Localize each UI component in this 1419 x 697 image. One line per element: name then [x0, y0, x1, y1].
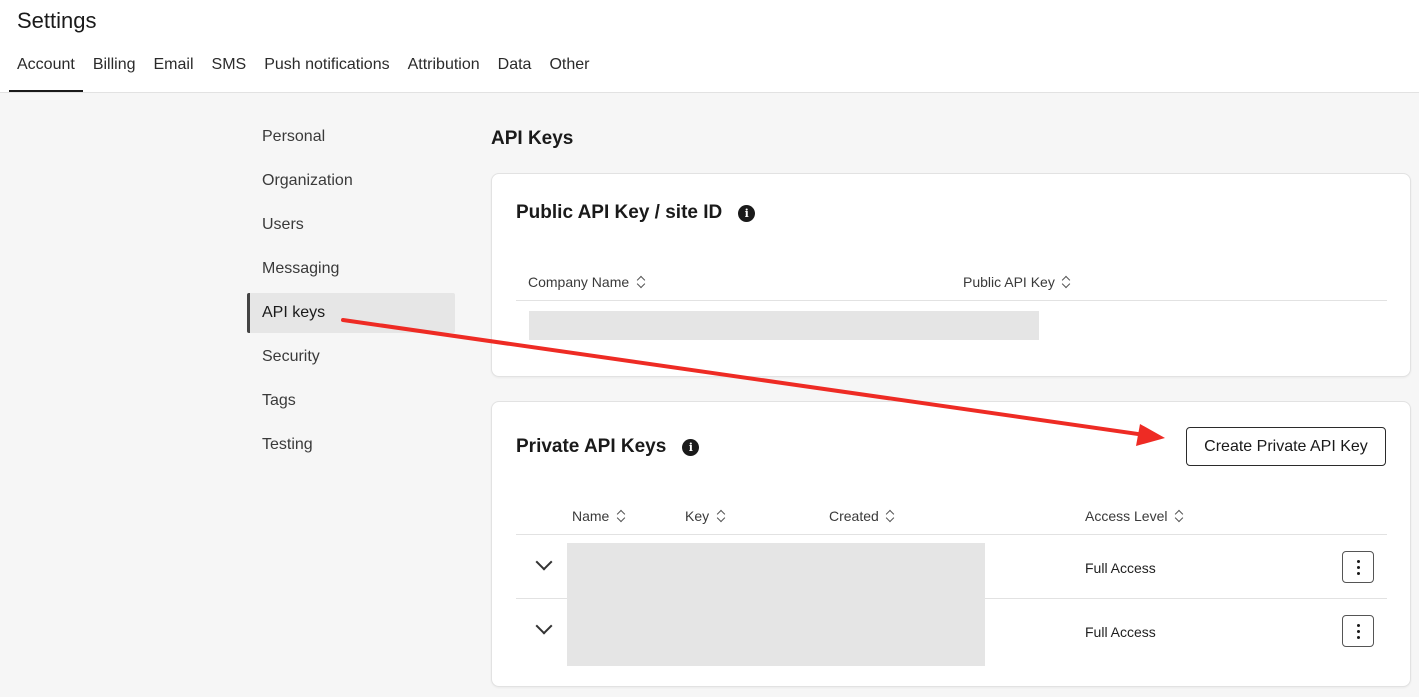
access-level: Full Access: [1085, 624, 1156, 640]
column-header-label: Public API Key: [963, 274, 1055, 290]
tab-data[interactable]: Data: [490, 52, 540, 92]
settings-tabs: Account Billing Email SMS Push notificat…: [9, 52, 599, 92]
info-icon[interactable]: i: [738, 204, 756, 222]
redacted-rows: [567, 543, 985, 666]
sidebar-item-testing[interactable]: Testing: [247, 425, 455, 465]
expand-row-chevron-icon[interactable]: [535, 553, 553, 571]
sort-icon[interactable]: [1174, 509, 1182, 523]
sort-icon[interactable]: [716, 509, 724, 523]
sidebar-item-security[interactable]: Security: [247, 337, 455, 377]
column-header-access-level[interactable]: Access Level: [1085, 508, 1182, 524]
section-title: API Keys: [491, 128, 574, 149]
redacted-row: [529, 311, 1039, 340]
column-header-public-api-key[interactable]: Public API Key: [963, 274, 1070, 290]
top-bar: Settings Account Billing Email SMS Push …: [0, 0, 1419, 93]
column-header-name[interactable]: Name: [572, 508, 624, 524]
tab-email[interactable]: Email: [146, 52, 202, 92]
tab-billing[interactable]: Billing: [85, 52, 144, 92]
column-header-company-name[interactable]: Company Name: [528, 274, 644, 290]
page-title: Settings: [17, 8, 97, 33]
sidebar-item-messaging[interactable]: Messaging: [247, 249, 455, 289]
row-actions-menu-button[interactable]: [1342, 551, 1374, 583]
private-card-title: Private API Keys i: [516, 436, 700, 458]
tab-other[interactable]: Other: [541, 52, 597, 92]
info-icon[interactable]: i: [682, 438, 700, 456]
tab-account[interactable]: Account: [9, 52, 83, 92]
sort-icon[interactable]: [1062, 275, 1070, 289]
private-api-keys-card: Private API Keys i Create Private API Ke…: [491, 401, 1411, 687]
sidebar-item-organization[interactable]: Organization: [247, 161, 455, 201]
column-header-label: Name: [572, 508, 610, 524]
sort-icon[interactable]: [886, 509, 894, 523]
column-header-label: Created: [829, 508, 879, 524]
sidebar-item-users[interactable]: Users: [247, 205, 455, 245]
tab-sms[interactable]: SMS: [204, 52, 255, 92]
table-divider: [516, 534, 1387, 535]
sort-icon[interactable]: [636, 275, 644, 289]
sidebar-item-personal[interactable]: Personal: [247, 117, 455, 157]
public-card-title-text: Public API Key / site ID: [516, 202, 723, 223]
access-level: Full Access: [1085, 560, 1156, 576]
expand-row-chevron-icon[interactable]: [535, 617, 553, 635]
tab-attribution[interactable]: Attribution: [400, 52, 488, 92]
table-divider: [516, 300, 1387, 301]
sidebar-item-api-keys[interactable]: API keys: [247, 293, 455, 333]
column-header-key[interactable]: Key: [685, 508, 724, 524]
public-card-title: Public API Key / site ID i: [516, 202, 756, 224]
column-header-label: Key: [685, 508, 710, 524]
column-header-label: Access Level: [1085, 508, 1168, 524]
sidebar-item-tags[interactable]: Tags: [247, 381, 455, 421]
sort-icon[interactable]: [616, 509, 624, 523]
column-header-created[interactable]: Created: [829, 508, 894, 524]
create-private-api-key-button[interactable]: Create Private API Key: [1186, 427, 1386, 466]
column-header-label: Company Name: [528, 274, 630, 290]
public-api-key-card: Public API Key / site ID i Company Name …: [491, 173, 1411, 377]
account-sidebar: Personal Organization Users Messaging AP…: [247, 117, 455, 469]
private-card-title-text: Private API Keys: [516, 436, 667, 457]
tab-push-notifications[interactable]: Push notifications: [256, 52, 397, 92]
row-actions-menu-button[interactable]: [1342, 615, 1374, 647]
